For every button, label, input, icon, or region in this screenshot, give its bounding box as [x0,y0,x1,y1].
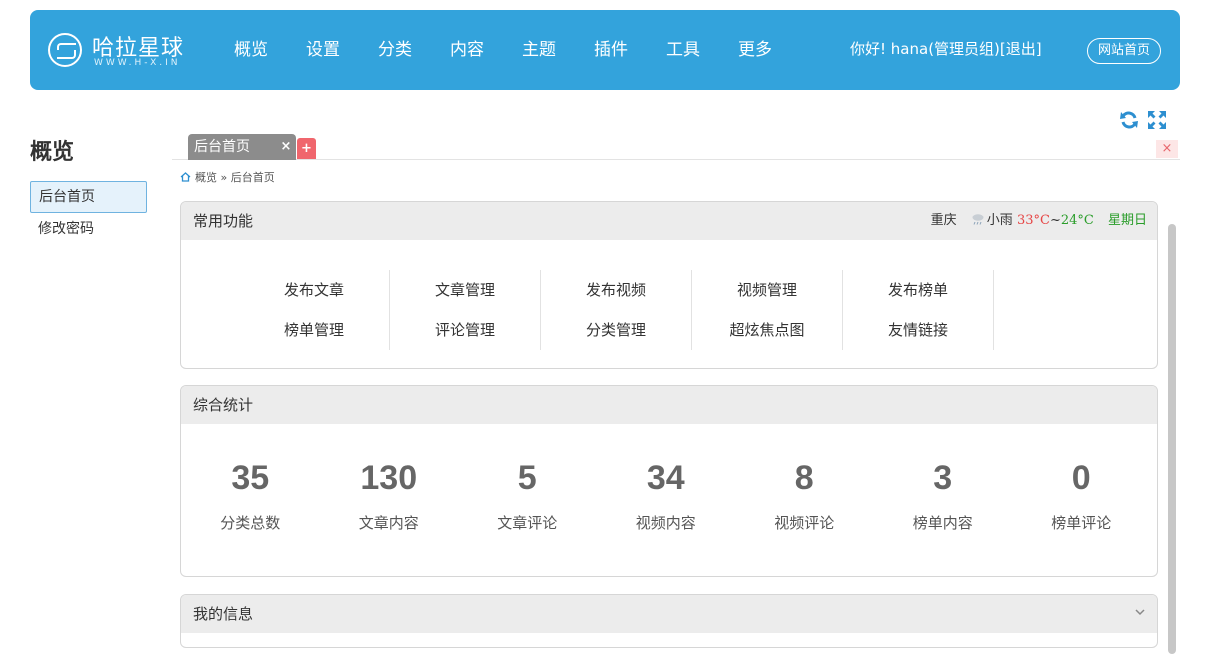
link-comment-management[interactable]: 评论管理 [390,310,540,350]
tab-label: 后台首页 [194,139,250,155]
common-functions-header: 常用功能 重庆 小雨 33°C~24°C 星期日 [181,202,1157,240]
stats-row: 35 分类总数 130 文章内容 5 文章评论 34 视频内容 8 视频评论 3… [181,456,1157,533]
stat-value: 34 [646,459,685,497]
breadcrumb: 概览 » 后台首页 [180,169,275,185]
nav-item-themes[interactable]: 主题 [503,10,575,90]
stat-value: 3 [933,459,953,497]
sidebar-title: 概览 [30,140,75,165]
panel-title: 常用功能 [193,212,254,230]
tab-strip-divider [172,159,1180,160]
stat-item: 34 视频内容 [597,456,736,533]
top-header: 哈拉星球 WWW.H-X.IN 概览 设置 分类 内容 主题 插件 工具 更多 … [30,10,1180,90]
function-column: 文章管理 评论管理 [390,270,541,350]
stat-label: 文章评论 [497,514,558,532]
weather-city: 重庆 [930,213,957,228]
vertical-scrollbar[interactable] [1168,224,1176,654]
sidebar-item-change-password[interactable]: 修改密码 [30,214,147,246]
nav-item-more[interactable]: 更多 [719,10,791,90]
stat-label: 视频内容 [635,514,696,532]
chevron-down-icon[interactable] [1135,607,1145,617]
breadcrumb-separator: » [220,171,228,184]
tab-close-button[interactable]: × [280,134,292,160]
function-column: 发布文章 榜单管理 [239,270,390,350]
breadcrumb-current: 后台首页 [230,171,275,184]
greeting: 你好! [850,40,887,58]
user-info: 你好! hana(管理员组)[退出] [850,38,1042,59]
stat-item: 5 文章评论 [458,456,597,533]
user-role: (管理员组) [928,40,1000,58]
nav-item-settings[interactable]: 设置 [287,10,359,90]
home-icon [180,172,191,182]
weather-range-sep: ~ [1049,213,1061,228]
stat-item: 35 分类总数 [181,456,320,533]
refresh-icon[interactable] [1119,110,1139,130]
stat-label: 视频评论 [774,514,835,532]
stat-item: 3 榜单内容 [874,456,1013,533]
stat-item: 8 视频评论 [735,456,874,533]
stats-panel: 综合统计 35 分类总数 130 文章内容 5 文章评论 34 视频内容 8 视… [180,385,1158,577]
sidebar-item-dashboard-home[interactable]: 后台首页 [30,181,147,213]
logo-icon [48,33,82,67]
weather-low: 24°C [1060,213,1094,228]
link-publish-article[interactable]: 发布文章 [239,270,389,310]
nav-item-categories[interactable]: 分类 [359,10,431,90]
weather-weekday: 星期日 [1107,213,1147,228]
weather-high: 33°C [1016,213,1050,228]
function-column: 视频管理 超炫焦点图 [692,270,843,350]
nav-item-content[interactable]: 内容 [431,10,503,90]
site-home-button[interactable]: 网站首页 [1087,38,1161,64]
function-column: 发布视频 分类管理 [541,270,692,350]
stat-item: 0 榜单评论 [1012,456,1151,533]
stat-value: 0 [1071,459,1091,497]
username: hana [890,40,929,58]
function-column: 发布榜单 友情链接 [843,270,994,350]
stat-value: 8 [794,459,814,497]
close-all-tabs-button[interactable]: × [1156,140,1178,158]
link-article-management[interactable]: 文章管理 [390,270,540,310]
link-category-management[interactable]: 分类管理 [541,310,691,350]
link-video-management[interactable]: 视频管理 [692,270,842,310]
link-publish-list[interactable]: 发布榜单 [843,270,993,310]
nav-item-tools[interactable]: 工具 [647,10,719,90]
link-publish-video[interactable]: 发布视频 [541,270,691,310]
stats-header: 综合统计 [181,386,1157,424]
logo-subtitle: WWW.H-X.IN [94,58,181,68]
fullscreen-icon[interactable] [1147,110,1167,130]
function-grid: 发布文章 榜单管理 文章管理 评论管理 发布视频 分类管理 视频管理 超炫焦点图… [239,270,994,350]
stat-value: 130 [360,459,418,497]
stat-label: 文章内容 [358,514,419,532]
nav-item-overview[interactable]: 概览 [215,10,287,90]
stat-label: 榜单评论 [1051,514,1112,532]
link-friend-links[interactable]: 友情链接 [843,310,993,350]
tab-add-button[interactable]: + [297,138,316,159]
stat-label: 分类总数 [220,514,281,532]
link-list-management[interactable]: 榜单管理 [239,310,389,350]
my-info-panel: 我的信息 [180,594,1158,648]
nav-item-plugins[interactable]: 插件 [575,10,647,90]
panel-title: 我的信息 [193,605,254,623]
stat-item: 130 文章内容 [320,456,459,533]
my-info-header[interactable]: 我的信息 [181,595,1157,633]
stat-value: 35 [231,459,270,497]
breadcrumb-home[interactable]: 概览 [195,171,217,184]
stat-value: 5 [517,459,537,497]
stat-label: 榜单内容 [912,514,973,532]
rain-icon [972,214,984,225]
logout-link[interactable]: [退出] [1000,40,1042,58]
common-functions-panel: 常用功能 重庆 小雨 33°C~24°C 星期日 发布文章 榜单管理 文章管理 … [180,201,1158,369]
site-logo[interactable]: 哈拉星球 WWW.H-X.IN [48,30,188,74]
weather-widget: 重庆 小雨 33°C~24°C 星期日 [931,202,1147,240]
weather-condition: 小雨 [986,213,1013,228]
panel-title: 综合统计 [193,396,254,414]
main-nav: 概览 设置 分类 内容 主题 插件 工具 更多 [215,10,791,90]
link-focus-slides[interactable]: 超炫焦点图 [692,310,842,350]
